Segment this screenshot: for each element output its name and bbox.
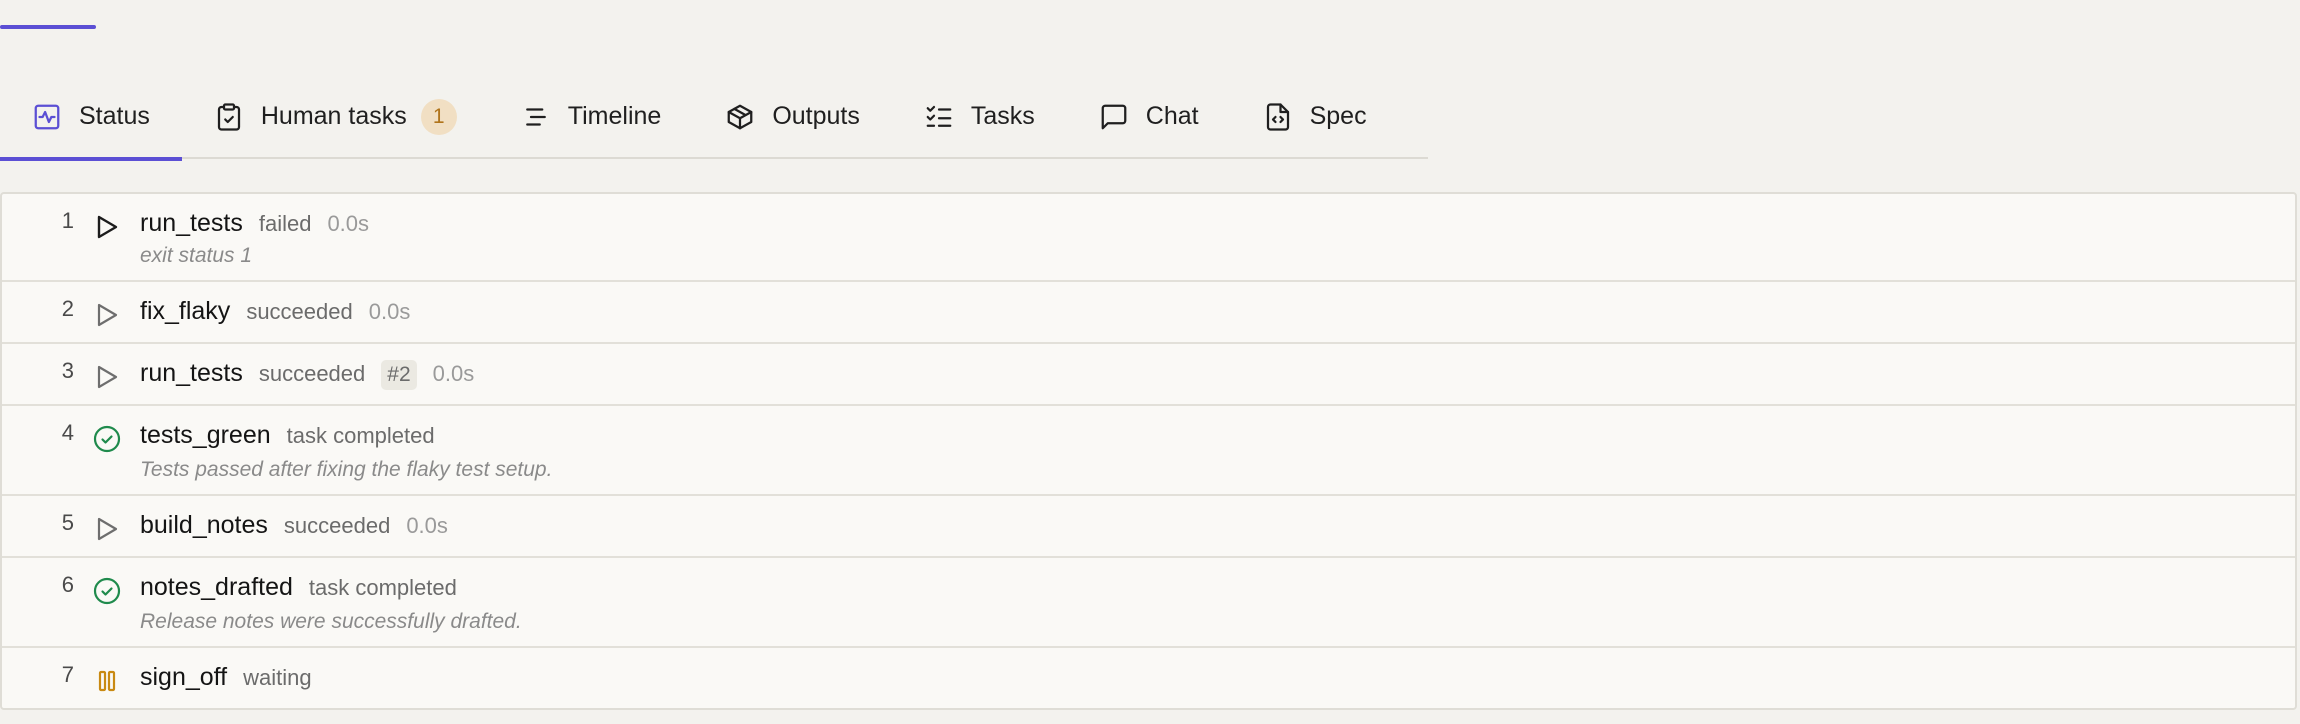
step-state: succeeded bbox=[283, 513, 391, 538]
box-icon bbox=[725, 102, 755, 132]
tab-label: Tasks bbox=[970, 102, 1035, 130]
clipboard-check-icon bbox=[214, 102, 244, 132]
play-icon bbox=[92, 212, 122, 242]
step-note: Tests passed after fixing the flaky test… bbox=[140, 458, 553, 481]
tab-label: Chat bbox=[1145, 102, 1199, 130]
step-name: build_notes bbox=[140, 511, 268, 539]
align-left-icon bbox=[521, 102, 551, 132]
step-state: failed bbox=[258, 211, 312, 236]
message-square-icon bbox=[1099, 102, 1129, 132]
step-row[interactable]: 7 sign_off waiting bbox=[2, 648, 2295, 708]
tab-label: Timeline bbox=[567, 102, 662, 130]
step-row[interactable]: 2 fix_flaky succeeded 0.0s bbox=[2, 282, 2295, 344]
step-name: sign_off bbox=[140, 663, 228, 691]
step-state: task completed bbox=[286, 423, 435, 448]
step-number: 4 bbox=[61, 420, 74, 445]
tab-status[interactable]: Status bbox=[0, 74, 182, 161]
step-number: 2 bbox=[61, 296, 74, 321]
count-badge: 1 bbox=[420, 98, 457, 135]
step-note: Release notes were successfully drafted. bbox=[140, 610, 522, 633]
step-state: succeeded bbox=[258, 361, 366, 386]
step-row[interactable]: 6 notes_drafted task completed Release n… bbox=[2, 558, 2295, 648]
step-name: run_tests bbox=[140, 359, 243, 387]
tab-label: Status bbox=[79, 102, 150, 130]
step-name: fix_flaky bbox=[140, 297, 231, 325]
list-checks-icon bbox=[924, 102, 954, 132]
step-number: 1 bbox=[61, 208, 74, 233]
tab-label: Outputs bbox=[772, 102, 860, 130]
step-row[interactable]: 3 run_tests succeeded #2 0.0s bbox=[2, 344, 2295, 406]
top-progress-bar bbox=[0, 25, 96, 29]
tab-tasks[interactable]: Tasks bbox=[892, 74, 1067, 159]
step-state: succeeded bbox=[246, 299, 353, 324]
file-code-icon bbox=[1263, 102, 1293, 132]
check-circle-icon bbox=[92, 424, 122, 454]
steps-list: 1 run_tests failed 0.0s exit status 1 2 … bbox=[0, 192, 2297, 710]
tab-label: Spec bbox=[1309, 102, 1367, 130]
step-note: exit status 1 bbox=[140, 244, 253, 267]
step-state: waiting bbox=[243, 665, 312, 690]
tab-timeline[interactable]: Timeline bbox=[489, 74, 694, 159]
step-duration: 0.0s bbox=[368, 299, 411, 324]
tab-spec[interactable]: Spec bbox=[1231, 74, 1399, 159]
play-icon bbox=[92, 514, 122, 544]
step-row[interactable]: 1 run_tests failed 0.0s exit status 1 bbox=[2, 194, 2295, 282]
play-icon bbox=[92, 362, 122, 392]
step-number: 7 bbox=[61, 662, 74, 687]
step-row[interactable]: 5 build_notes succeeded 0.0s bbox=[2, 496, 2295, 558]
step-state: task completed bbox=[308, 575, 457, 600]
tab-bar: Status Human tasks 1 Timeline Outputs Ta… bbox=[0, 74, 1428, 161]
step-duration: 0.0s bbox=[327, 211, 370, 236]
tab-human-tasks[interactable]: Human tasks 1 bbox=[182, 74, 489, 159]
step-duration: 0.0s bbox=[406, 513, 448, 538]
tab-chat[interactable]: Chat bbox=[1067, 74, 1231, 159]
tab-label: Human tasks bbox=[260, 102, 407, 130]
check-circle-icon bbox=[92, 576, 122, 606]
step-number: 5 bbox=[61, 510, 74, 535]
step-row[interactable]: 4 tests_green task completed Tests passe… bbox=[2, 406, 2295, 496]
play-icon bbox=[92, 300, 122, 330]
tab-outputs[interactable]: Outputs bbox=[693, 74, 892, 159]
step-number: 6 bbox=[61, 572, 74, 597]
step-number: 3 bbox=[61, 358, 74, 383]
step-name: run_tests bbox=[140, 209, 243, 237]
attempt-tag: #2 bbox=[381, 360, 417, 390]
step-name: notes_drafted bbox=[140, 573, 293, 601]
step-name: tests_green bbox=[140, 421, 271, 449]
pause-icon bbox=[92, 666, 122, 696]
step-duration: 0.0s bbox=[432, 361, 475, 386]
activity-icon bbox=[32, 102, 62, 132]
